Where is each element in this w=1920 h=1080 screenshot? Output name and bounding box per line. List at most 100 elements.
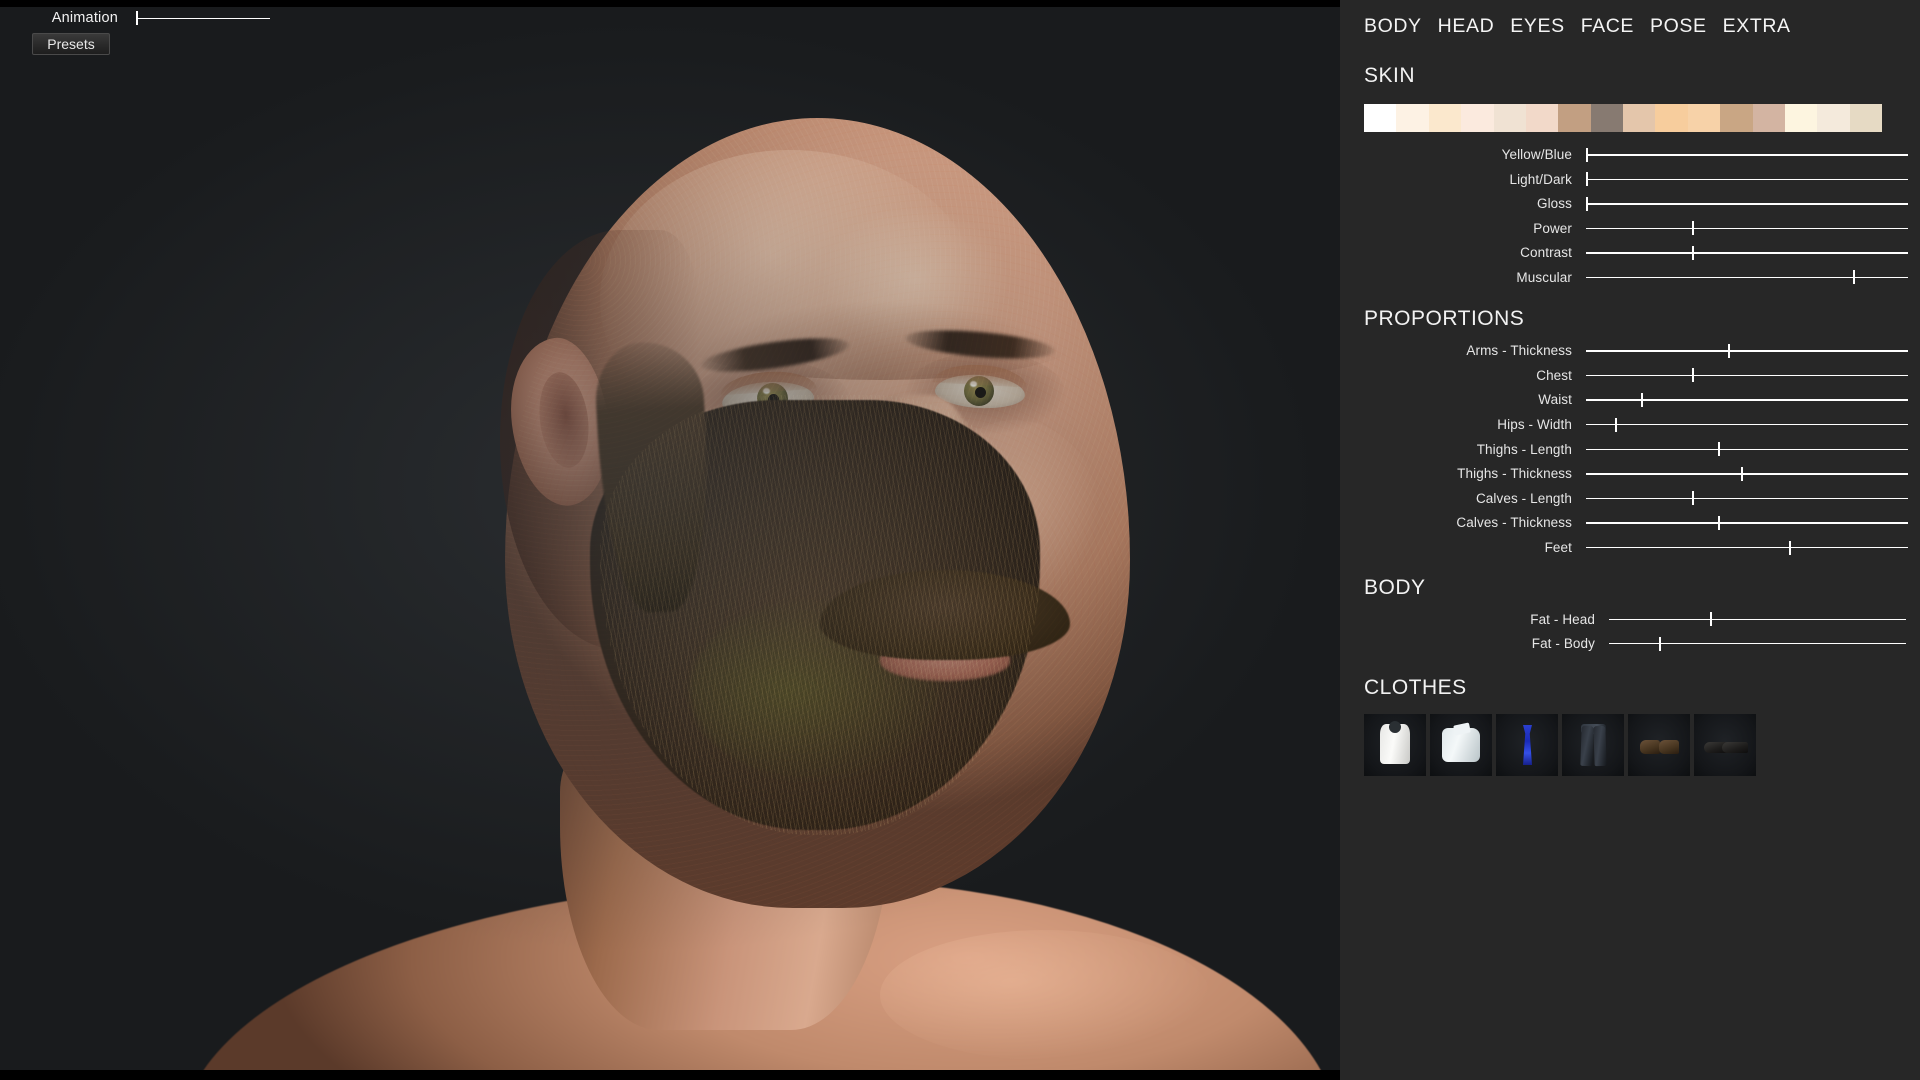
slider-handle[interactable] [1641,393,1643,407]
tab-body[interactable]: BODY [1364,17,1422,37]
slider[interactable] [1586,490,1908,506]
slider-track [1586,449,1908,450]
clothes-item-boots[interactable] [1628,714,1690,776]
slider[interactable] [1586,220,1908,236]
slider-handle[interactable] [1586,148,1588,162]
slider[interactable] [1586,147,1908,163]
slider-handle[interactable] [1853,270,1855,284]
slider[interactable] [1586,171,1908,187]
shirt-icon [1430,714,1492,776]
character-editor-panel: BODYHEADEYESFACEPOSEEXTRA SKIN Yellow/Bl… [1340,0,1920,1080]
skin-swatch-7[interactable] [1591,104,1623,132]
slider-label: Fat - Body [1340,636,1595,651]
slider-handle[interactable] [1586,197,1588,211]
shoes-icon [1694,714,1756,776]
slider[interactable] [1609,636,1906,652]
slider-label: Gloss [1340,196,1572,211]
slider-handle[interactable] [1659,637,1661,651]
slider-row-power: Power [1340,216,1920,241]
skin-swatch-0[interactable] [1364,104,1396,132]
skin-swatch-5[interactable] [1526,104,1558,132]
skin-swatch-14[interactable] [1817,104,1849,132]
slider-handle[interactable] [1692,221,1694,235]
section-title-proportions: PROPORTIONS [1364,307,1920,331]
clothes-item-shirt[interactable] [1430,714,1492,776]
slider-handle[interactable] [1692,368,1694,382]
tab-head[interactable]: HEAD [1438,17,1495,37]
slider-handle[interactable] [1789,541,1791,555]
tab-pose[interactable]: POSE [1650,17,1707,37]
tab-extra[interactable]: EXTRA [1723,17,1791,37]
tab-eyes[interactable]: EYES [1510,17,1564,37]
slider-handle[interactable] [1710,612,1712,626]
clothes-item-tie[interactable] [1496,714,1558,776]
slider[interactable] [1609,611,1906,627]
slider[interactable] [1586,269,1908,285]
slider-label: Calves - Length [1340,491,1572,506]
slider[interactable] [1586,466,1908,482]
section-title-skin: SKIN [1364,64,1920,88]
slider-handle[interactable] [1741,467,1743,481]
character-render [0,0,1340,1080]
skin-swatch-1[interactable] [1396,104,1428,132]
slider-handle[interactable] [1586,172,1588,186]
slider-label: Light/Dark [1340,172,1572,187]
section-title-clothes: CLOTHES [1364,676,1920,700]
clothes-thumbnail-row[interactable] [1364,714,1920,776]
slider[interactable] [1586,417,1908,433]
skin-swatch-15[interactable] [1850,104,1882,132]
slider-track [1586,252,1908,253]
character-viewport[interactable]: Animation Presets [0,0,1340,1080]
animation-slider[interactable] [136,11,270,25]
skin-swatch-9[interactable] [1655,104,1687,132]
slider[interactable] [1586,515,1908,531]
slider-track [1586,203,1908,204]
clothes-item-tank-top[interactable] [1364,714,1426,776]
slider-handle[interactable] [1615,418,1617,432]
skin-swatch-13[interactable] [1785,104,1817,132]
skin-swatch-6[interactable] [1558,104,1590,132]
skin-swatch-8[interactable] [1623,104,1655,132]
skin-swatch-4[interactable] [1494,104,1526,132]
slider[interactable] [1586,196,1908,212]
slider-row-waist: Waist [1340,388,1920,413]
skin-swatch-row[interactable] [1364,104,1882,132]
tank-top-icon [1364,714,1426,776]
pants-icon [1562,714,1624,776]
clothes-item-pants[interactable] [1562,714,1624,776]
slider-track [1586,277,1908,278]
slider-row-thighs-thickness: Thighs - Thickness [1340,461,1920,486]
tab-face[interactable]: FACE [1581,17,1634,37]
slider[interactable] [1586,367,1908,383]
skin-slider-group: Yellow/BlueLight/DarkGlossPowerContrastM… [1340,143,1920,290]
skin-swatch-3[interactable] [1461,104,1493,132]
slider-row-light-dark: Light/Dark [1340,167,1920,192]
slider-handle[interactable] [1692,491,1694,505]
skin-swatch-12[interactable] [1753,104,1785,132]
slider[interactable] [1586,245,1908,261]
slider-handle[interactable] [1718,442,1720,456]
slider-handle[interactable] [1692,246,1694,260]
skin-swatch-11[interactable] [1720,104,1752,132]
slider-handle[interactable] [1718,516,1720,530]
slider-track [1609,643,1906,644]
animation-slider-handle[interactable] [136,11,138,25]
slider[interactable] [1586,343,1908,359]
slider-row-calves-length: Calves - Length [1340,486,1920,511]
slider-track [1586,228,1908,229]
slider-handle[interactable] [1728,344,1730,358]
clothes-item-shoes[interactable] [1694,714,1756,776]
slider-label: Waist [1340,392,1572,407]
skin-swatch-2[interactable] [1429,104,1461,132]
slider[interactable] [1586,392,1908,408]
slider-track [1586,547,1908,548]
slider-track [1586,522,1908,523]
slider-row-fat-head: Fat - Head [1340,607,1920,632]
skin-swatch-10[interactable] [1688,104,1720,132]
slider-row-calves-thickness: Calves - Thickness [1340,511,1920,536]
slider[interactable] [1586,441,1908,457]
presets-button[interactable]: Presets [32,33,110,55]
tie-icon [1496,714,1558,776]
slider[interactable] [1586,540,1908,556]
slider-track [1586,473,1908,474]
